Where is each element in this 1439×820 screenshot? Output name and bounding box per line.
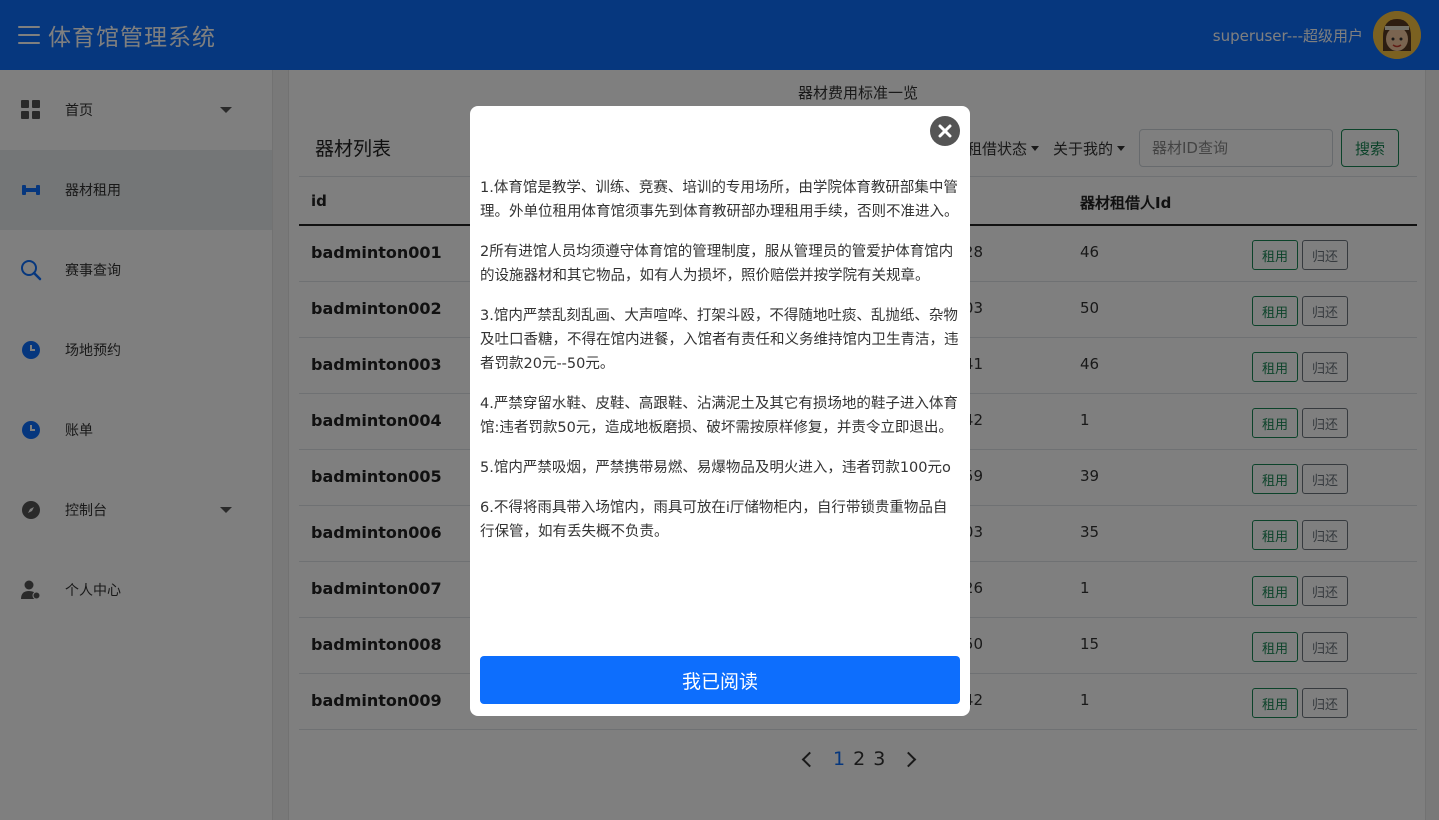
rule-paragraph: 5.馆内严禁吸烟，严禁携带易燃、易爆物品及明火进入，违者罚款100元o — [480, 460, 951, 476]
close-icon[interactable] — [930, 116, 960, 146]
rules-modal: 1.体育馆是教学、训练、竞赛、培训的专用场所，由学院体育教研部集中管理。外单位租… — [470, 106, 970, 716]
rule-paragraph: 6.不得将雨具带入场馆内，雨具可放在i厅储物柜内，自行带锁贵重物品自行保管，如有… — [480, 500, 948, 540]
rule-paragraph: 3.馆内严禁乱刻乱画、大声喧哗、打架斗殴，不得随地吐痰、乱抛纸、杂物及吐口香糖，… — [480, 308, 959, 372]
rule-paragraph: 2所有进馆人员均须遵守体育馆的管理制度，服从管理员的管爱护体育馆内的设施器材和其… — [480, 244, 954, 284]
rules-text: 1.体育馆是教学、训练、竞赛、培训的专用场所，由学院体育教研部集中管理。外单位租… — [480, 176, 960, 560]
rule-paragraph: 4.严禁穿留水鞋、皮鞋、高跟鞋、沾满泥土及其它有损场地的鞋子进入体育馆:违者罚款… — [480, 396, 958, 436]
confirm-read-button[interactable]: 我已阅读 — [480, 656, 960, 704]
rule-paragraph: 1.体育馆是教学、训练、竞赛、培训的专用场所，由学院体育教研部集中管理。外单位租… — [480, 180, 959, 220]
